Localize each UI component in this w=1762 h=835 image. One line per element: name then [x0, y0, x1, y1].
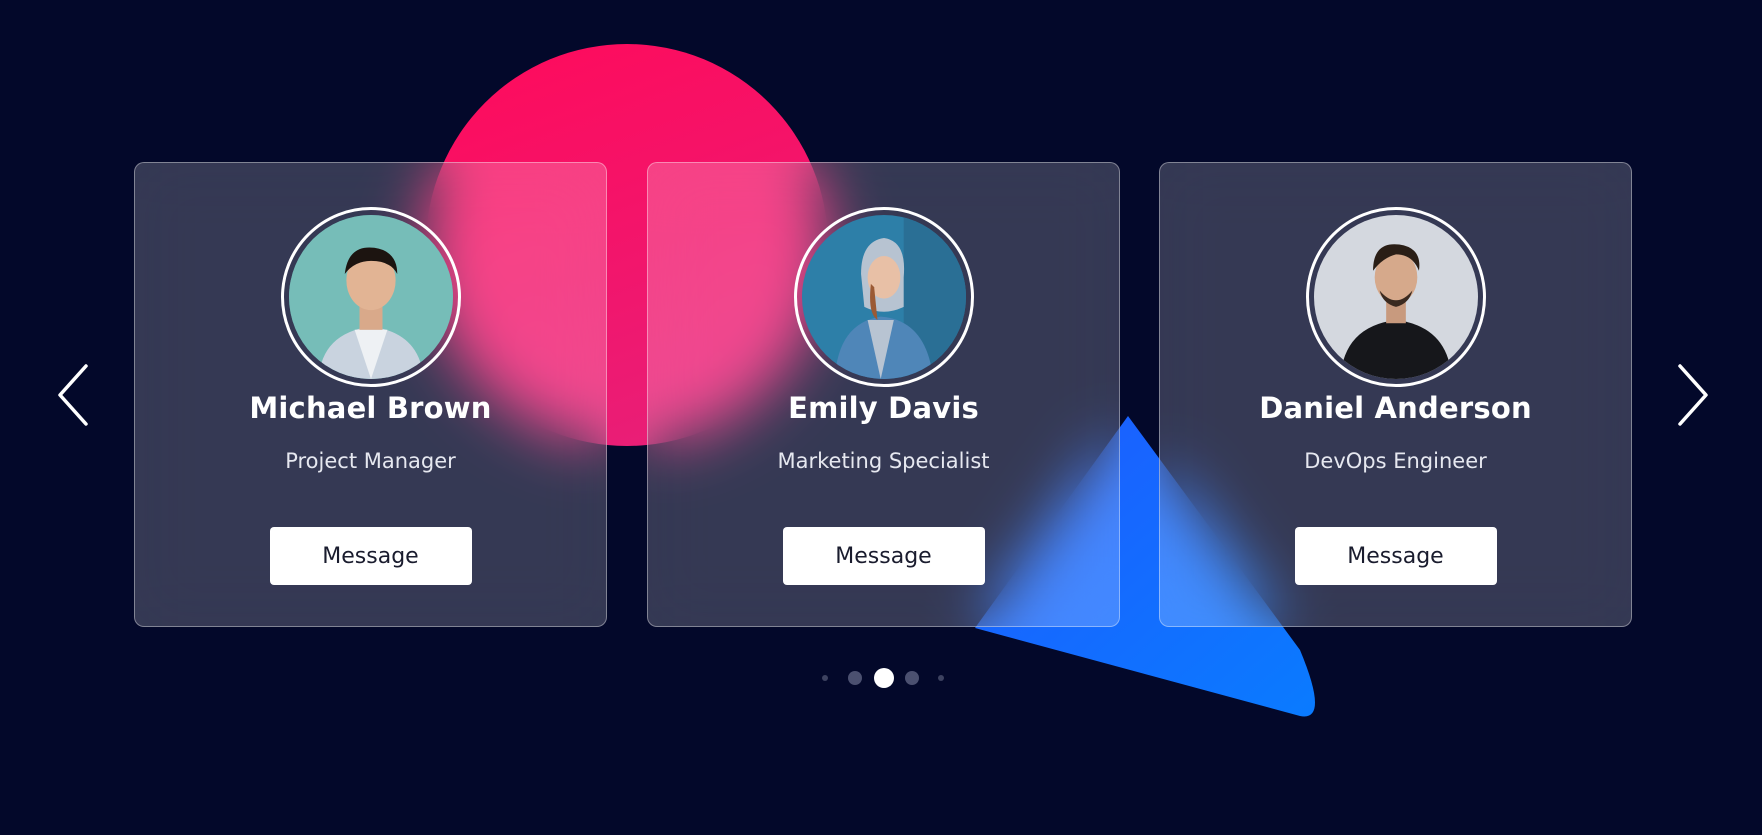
message-button[interactable]: Message: [269, 527, 472, 585]
profile-role: Project Manager: [285, 449, 456, 473]
pagination-dot[interactable]: [905, 671, 919, 685]
profile-role: DevOps Engineer: [1304, 449, 1487, 473]
chevron-left-icon: [58, 364, 88, 426]
pagination-dot[interactable]: [848, 671, 862, 685]
person-avatar-icon: [801, 215, 966, 379]
profile-name: Michael Brown: [249, 391, 492, 425]
pagination-dot-active[interactable]: [874, 668, 894, 688]
message-button[interactable]: Message: [782, 527, 985, 585]
person-avatar-icon: [1313, 215, 1478, 379]
profile-name: Daniel Anderson: [1259, 391, 1532, 425]
avatar: [793, 207, 974, 387]
message-button[interactable]: Message: [1294, 527, 1497, 585]
carousel-section: Michael Brown Project Manager Message Em…: [0, 0, 1762, 835]
carousel-prev-button[interactable]: [56, 360, 96, 430]
avatar: [280, 207, 461, 387]
avatar: [1305, 207, 1486, 387]
profile-card: Michael Brown Project Manager Message: [134, 162, 607, 627]
profile-name: Emily Davis: [788, 391, 979, 425]
profile-card: Daniel Anderson DevOps Engineer Message: [1159, 162, 1632, 627]
carousel-next-button[interactable]: [1670, 360, 1710, 430]
pagination-dot[interactable]: [822, 675, 828, 681]
chevron-right-icon: [1678, 364, 1708, 426]
profile-card: Emily Davis Marketing Specialist Message: [647, 162, 1120, 627]
carousel-pagination: [0, 666, 1762, 690]
person-avatar-icon: [288, 215, 453, 379]
profile-role: Marketing Specialist: [777, 449, 990, 473]
pagination-dot[interactable]: [938, 675, 944, 681]
